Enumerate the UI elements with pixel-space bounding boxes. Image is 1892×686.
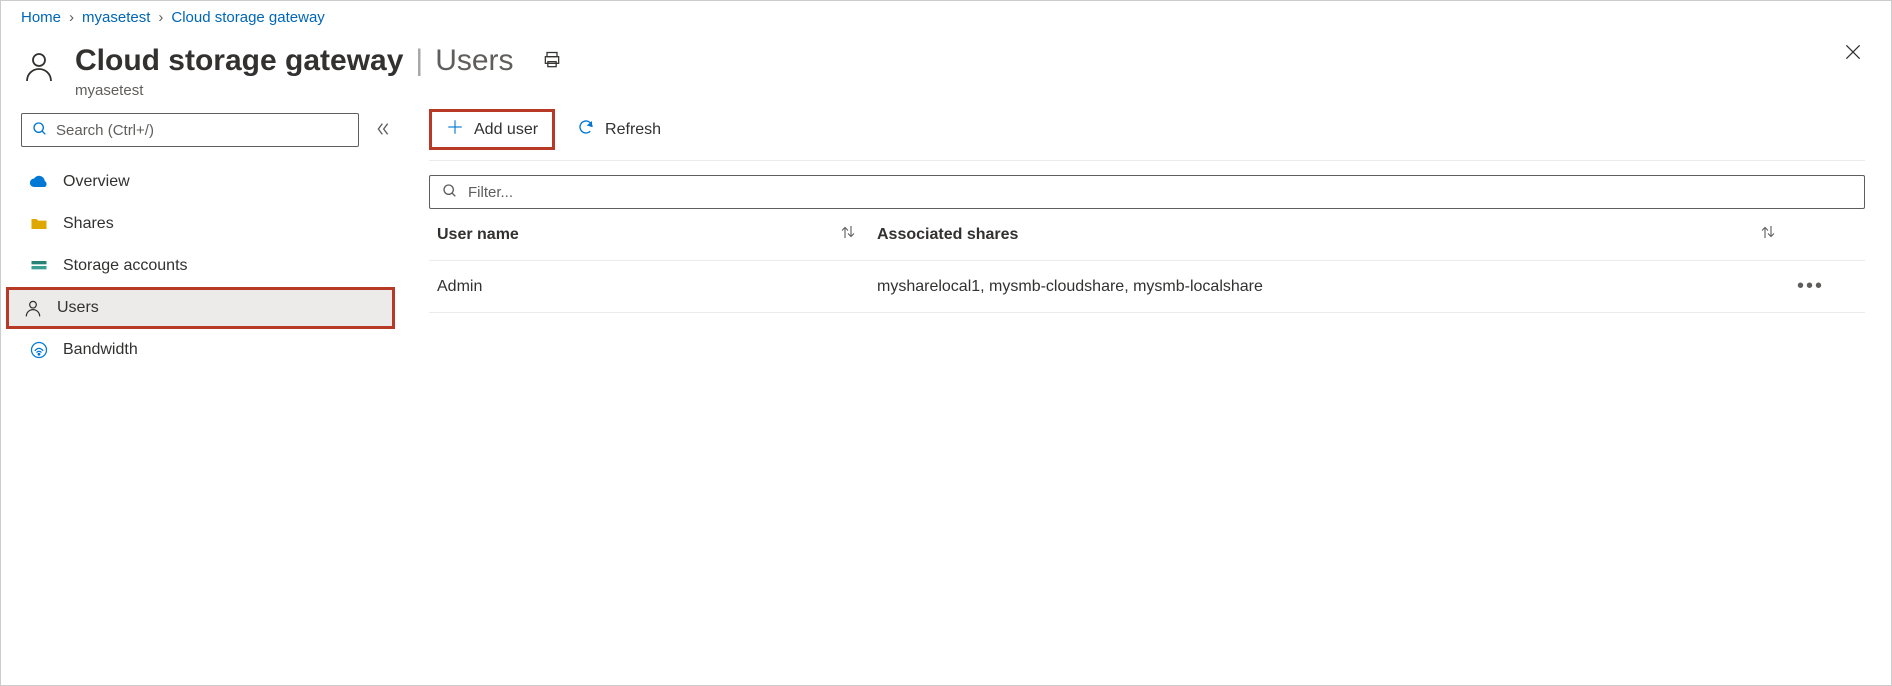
page-section: Users: [435, 44, 513, 78]
breadcrumb-myasetest[interactable]: myasetest: [82, 9, 150, 26]
close-button[interactable]: [1843, 42, 1863, 65]
search-input[interactable]: [56, 122, 348, 139]
chevron-right-icon: ›: [158, 9, 163, 26]
breadcrumb: Home › myasetest › Cloud storage gateway: [1, 1, 1891, 34]
sidebar: Overview Shares Storage accounts Users: [15, 107, 397, 371]
add-user-label: Add user: [474, 121, 538, 139]
filter-input[interactable]: [468, 184, 1852, 201]
sidebar-search[interactable]: [21, 113, 359, 147]
refresh-label: Refresh: [605, 121, 661, 139]
toolbar: Add user Refresh: [429, 107, 1865, 161]
filter-search-icon: [442, 183, 458, 202]
filter-box[interactable]: [429, 175, 1865, 209]
cell-user-name: Admin: [437, 278, 877, 296]
plus-icon: [446, 118, 464, 141]
sort-icon[interactable]: [1759, 223, 1777, 246]
search-icon: [32, 121, 48, 140]
sidebar-item-bandwidth[interactable]: Bandwidth: [15, 329, 397, 371]
collapse-sidebar-button[interactable]: [375, 121, 391, 140]
table-header: User name Associated shares: [429, 209, 1865, 261]
storage-icon: [29, 256, 49, 276]
refresh-button[interactable]: Refresh: [563, 112, 675, 147]
sidebaressaitem-shares[interactable]: Shares: [15, 203, 397, 245]
breadcrumb-cloud-storage-gateway[interactable]: Cloud storage gateway: [171, 9, 324, 26]
page-subtitle: myasetest: [75, 82, 1871, 99]
sidebar-item-label: Users: [57, 299, 99, 317]
page-title: Cloud storage gateway: [75, 44, 403, 78]
cloud-icon: [29, 172, 49, 192]
column-associated-shares[interactable]: Associated shares: [877, 226, 1018, 244]
print-icon[interactable]: [542, 50, 562, 73]
breadcrumb-home[interactable]: Home: [21, 9, 61, 26]
chevron-right-icon: ›: [69, 9, 74, 26]
add-user-button[interactable]: Add user: [429, 109, 555, 150]
refresh-icon: [577, 118, 595, 141]
sidebar-item-label: Shares: [63, 215, 114, 233]
sidebar-item-label: Storage accounts: [63, 257, 188, 275]
sidebar-item-label: Overview: [63, 173, 130, 191]
sidebar-item-storage-accounts[interactable]: Storage accounts: [15, 245, 397, 287]
sidebar-item-overview[interactable]: Overview: [15, 161, 397, 203]
main-content: Add user Refresh: [397, 107, 1891, 371]
sidebar-item-label: Bandwidth: [63, 341, 138, 359]
table-row[interactable]: Admin mysharelocal1, mysmb-cloudshare, m…: [429, 261, 1865, 313]
user-icon: [23, 298, 43, 318]
row-actions-icon[interactable]: •••: [1797, 275, 1857, 298]
column-user-name[interactable]: User name: [437, 226, 519, 244]
page-header: Cloud storage gateway | Users myasetest: [1, 34, 1891, 107]
user-icon: [21, 48, 57, 87]
folder-icon: [29, 214, 49, 234]
wifi-icon: [29, 340, 49, 360]
sidebar-item-users[interactable]: Users: [6, 287, 395, 329]
sort-icon[interactable]: [839, 223, 857, 246]
cell-associated-shares: mysharelocal1, mysmb-cloudshare, mysmb-l…: [877, 278, 1797, 296]
